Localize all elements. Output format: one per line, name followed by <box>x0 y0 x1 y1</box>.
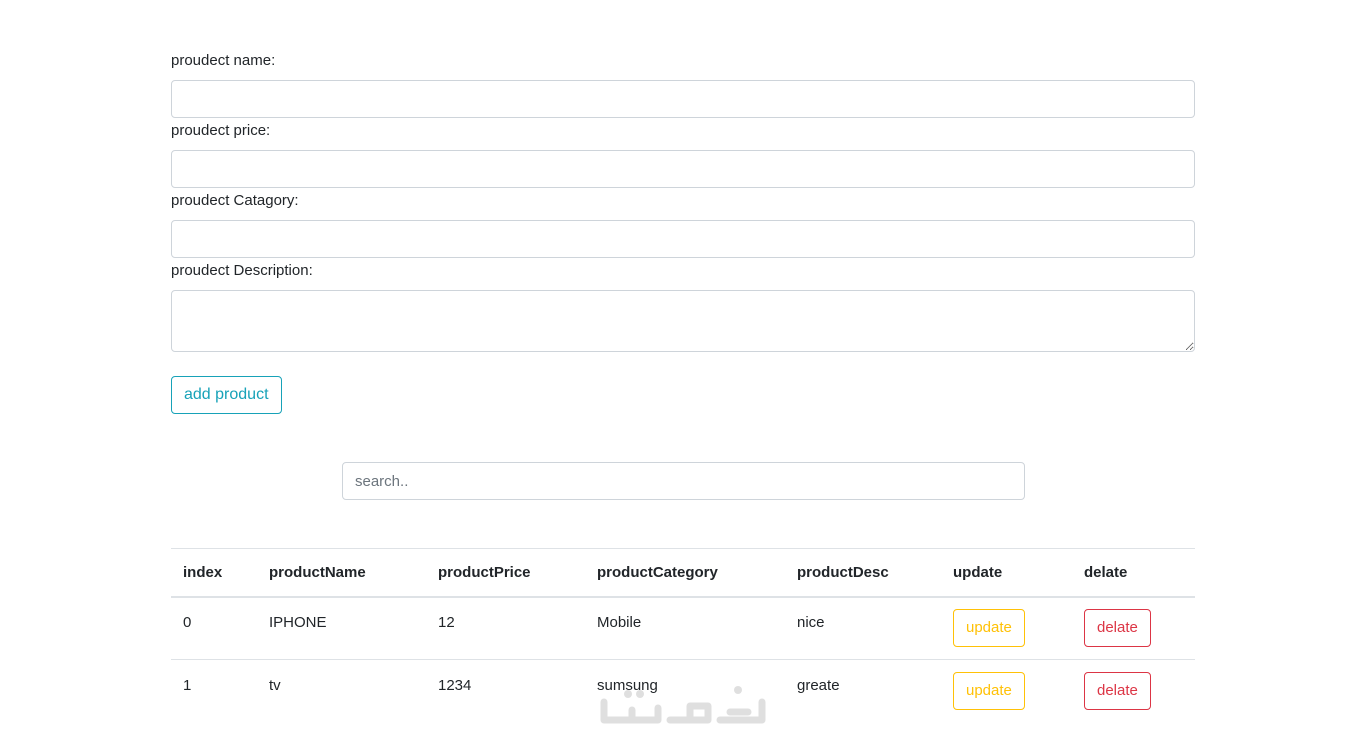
row-product-price: 12 <box>438 613 455 631</box>
product-name-label: proudect name: <box>171 52 276 69</box>
header-product-price: productPrice <box>426 548 585 598</box>
product-category-input[interactable] <box>171 220 1195 258</box>
add-product-button[interactable]: add product <box>171 376 282 414</box>
cell-desc: nice <box>785 596 941 660</box>
cell-desc: greate <box>785 659 941 723</box>
row-product-desc: nice <box>797 613 825 631</box>
cell-index: 1 <box>171 659 257 723</box>
row-product-price: 1234 <box>438 676 472 694</box>
header-product-name: productName <box>257 548 426 598</box>
update-button[interactable]: update <box>953 609 1025 648</box>
khamsat-logo-watermark-icon <box>600 686 766 724</box>
product-price-label: proudect price: <box>171 122 271 139</box>
cell-name: IPHONE <box>257 596 426 660</box>
update-button[interactable]: update <box>953 672 1025 711</box>
cell-update: update <box>941 596 1072 660</box>
row-product-name: IPHONE <box>269 613 327 631</box>
product-name-input[interactable] <box>171 80 1195 118</box>
search-input[interactable] <box>342 462 1025 500</box>
cell-delete: delate <box>1072 596 1195 660</box>
header-index: index <box>171 548 257 598</box>
row-product-name: tv <box>269 676 281 694</box>
cell-delete: delate <box>1072 659 1195 723</box>
row-product-category: Mobile <box>597 613 642 631</box>
header-product-category: productCategory <box>585 548 785 598</box>
delete-button[interactable]: delate <box>1084 609 1151 648</box>
header-product-desc: productDesc <box>785 548 941 598</box>
cell-price: 1234 <box>426 659 585 723</box>
table-header-row: index productName productPrice productCa… <box>171 548 1195 598</box>
row-index: 1 <box>183 676 192 694</box>
cell-update: update <box>941 659 1072 723</box>
product-price-input[interactable] <box>171 150 1195 188</box>
cell-category: Mobile <box>585 596 785 660</box>
row-product-desc: greate <box>797 676 840 694</box>
header-update: update <box>941 548 1072 598</box>
cell-price: 12 <box>426 596 585 660</box>
cell-index: 0 <box>171 596 257 660</box>
table-row: 0 IPHONE 12 Mobile nice update delate <box>171 596 1195 660</box>
cell-name: tv <box>257 659 426 723</box>
product-description-label: proudect Description: <box>171 262 313 279</box>
header-delete: delate <box>1072 548 1195 598</box>
delete-button[interactable]: delate <box>1084 672 1151 711</box>
row-index: 0 <box>183 613 192 631</box>
product-description-textarea[interactable] <box>171 290 1195 352</box>
product-category-label: proudect Catagory: <box>171 192 299 209</box>
